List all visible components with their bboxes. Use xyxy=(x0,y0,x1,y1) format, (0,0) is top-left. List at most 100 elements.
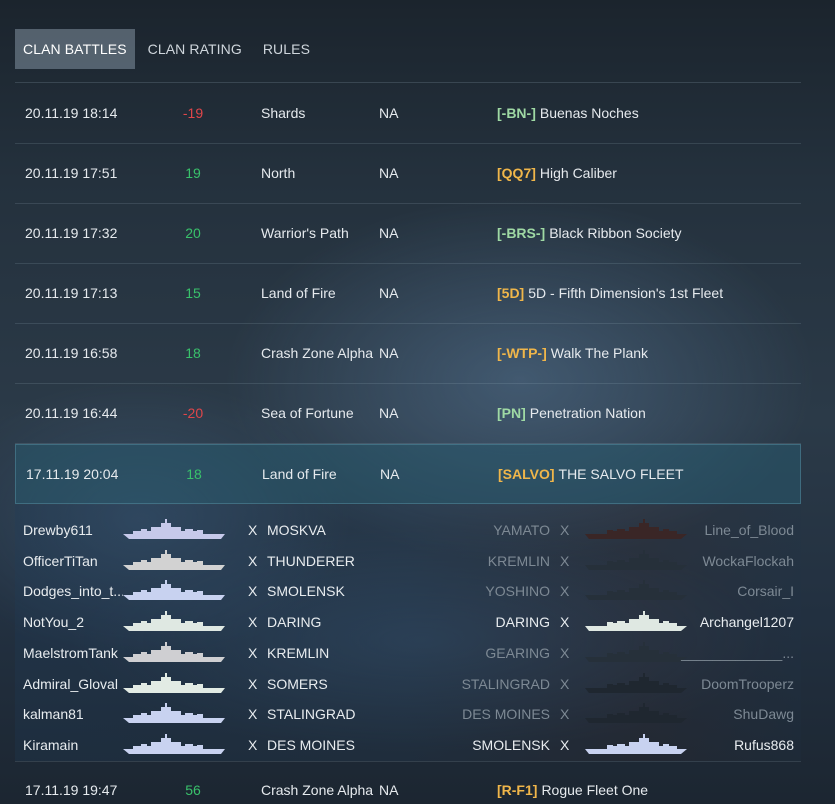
battle-row[interactable]: 20.11.19 17:51 19 North NA [QQ7] High Caliber xyxy=(15,144,801,204)
player-name[interactable]: _____________... xyxy=(681,638,794,668)
clan-name: 5D - Fifth Dimension's 1st Fleet xyxy=(528,285,724,301)
battle-row[interactable]: 20.11.19 16:44 -20 Sea of Fortune NA [PN] Pen… xyxy=(15,384,801,444)
battle-row[interactable]: 17.11.19 19:47 56 Crash Zone Alpha NA [R… xyxy=(15,762,801,804)
player-name[interactable]: Line_of_Blood xyxy=(704,515,794,545)
battle-score: 18 xyxy=(186,466,202,482)
battle-score: 20 xyxy=(185,225,201,241)
player-name[interactable]: NotYou_2 xyxy=(23,607,123,637)
player-name[interactable]: Rufus868 xyxy=(734,730,794,760)
battle-map: Land of Fire xyxy=(261,285,336,301)
player-name[interactable]: Archangel1207 xyxy=(700,607,794,637)
battle-map: Land of Fire xyxy=(262,466,337,482)
battle-score: -19 xyxy=(182,105,204,121)
opponent-clan: [R-F1] Rogue Fleet One xyxy=(497,762,648,804)
player-name[interactable]: Admiral_Gloval xyxy=(23,669,123,699)
x-mark: X xyxy=(248,675,258,692)
player-matchup-row: NotYou_2 X DARING DARING X Archangel1207 xyxy=(15,607,801,637)
battle-realm: NA xyxy=(379,782,399,798)
battle-date: 20.11.19 18:14 xyxy=(25,105,118,121)
ship-name: THUNDERER xyxy=(267,552,355,569)
battle-score: 56 xyxy=(185,782,201,798)
ship-silhouette-icon xyxy=(583,576,689,606)
battle-score: 19 xyxy=(185,165,201,181)
x-mark: X xyxy=(248,644,258,661)
player-name[interactable]: Kiramain xyxy=(23,730,123,760)
ship-silhouette-icon xyxy=(583,669,689,699)
opponent-clan: [-WTP-] Walk The Plank xyxy=(497,324,648,382)
tab-rules[interactable]: RULES xyxy=(255,29,318,69)
x-mark: X xyxy=(560,583,570,600)
clan-name: Rogue Fleet One xyxy=(541,782,649,798)
player-name[interactable]: WockaFlockah xyxy=(702,546,794,576)
opponent-clan: [-BRS-] Black Ribbon Society xyxy=(497,204,682,262)
battle-date: 20.11.19 16:44 xyxy=(25,405,118,421)
x-mark: X xyxy=(560,644,570,661)
clan-tag: [R-F1] xyxy=(497,782,538,798)
tab-clan-battles[interactable]: CLAN BATTLES xyxy=(15,29,135,69)
ship-silhouette-icon xyxy=(583,730,689,760)
ship-silhouette-icon xyxy=(121,515,227,545)
ship-name: KREMLIN xyxy=(267,644,330,661)
player-name[interactable]: DoomTrooperz xyxy=(701,669,794,699)
battle-map: Sea of Fortune xyxy=(261,405,354,421)
player-matchup-row: Drewby611 X MOSKVA YAMATO X Line_of_Blood xyxy=(15,515,801,545)
opponent-clan: [-BN-] Buenas Noches xyxy=(497,84,639,142)
ship-silhouette-icon xyxy=(121,576,227,606)
ship-name: STALINGRAD xyxy=(461,675,550,692)
battle-realm: NA xyxy=(379,405,399,421)
clan-name: High Caliber xyxy=(539,165,617,181)
x-mark: X xyxy=(248,552,258,569)
clan-tag: [SALVO] xyxy=(498,466,555,482)
battle-row[interactable]: 17.11.19 20:04 18 Land of Fire NA [SALVO] THE… xyxy=(15,444,801,504)
battle-map: Crash Zone Alpha xyxy=(261,782,374,798)
player-name[interactable]: Corsair_I xyxy=(737,576,794,606)
x-mark: X xyxy=(248,736,258,753)
ship-name: YOSHINO xyxy=(485,583,550,600)
battle-realm: NA xyxy=(379,345,399,361)
battle-date: 17.11.19 19:47 xyxy=(25,782,118,798)
battle-realm: NA xyxy=(379,285,399,301)
ship-name: SMOLENSK xyxy=(472,736,550,753)
ship-silhouette-icon xyxy=(583,638,689,668)
player-name[interactable]: kalman81 xyxy=(23,699,123,729)
clan-tag: [-BRS-] xyxy=(497,225,546,241)
player-name[interactable]: Dodges_into_t... xyxy=(23,576,123,606)
player-matchup-row: Admiral_Gloval X SOMERS STALINGRAD X DoomTroo… xyxy=(15,669,801,699)
battle-map: North xyxy=(261,165,296,181)
player-name[interactable]: MaelstromTank xyxy=(23,638,123,668)
player-name[interactable]: OfficerTiTan xyxy=(23,546,123,576)
clan-name: THE SALVO FLEET xyxy=(558,466,684,482)
ship-name: DES MOINES xyxy=(462,706,550,723)
battle-date: 20.11.19 17:32 xyxy=(25,225,118,241)
battle-score: 18 xyxy=(185,345,201,361)
player-matchup-row: kalman81 X STALINGRAD DES MOINES X ShuDawg xyxy=(15,699,801,729)
x-mark: X xyxy=(248,706,258,723)
battle-realm: NA xyxy=(379,105,399,121)
player-matchup-row: Kiramain X DES MOINES SMOLENSK X Rufus868 xyxy=(15,730,801,760)
battle-row[interactable]: 20.11.19 18:14 -19 Shards NA [-BN-] Buenas No… xyxy=(15,84,801,144)
ship-silhouette-icon xyxy=(121,546,227,576)
player-name[interactable]: Drewby611 xyxy=(23,515,123,545)
x-mark: X xyxy=(248,583,258,600)
clan-tag: [-BN-] xyxy=(497,105,536,121)
tab-clan-rating[interactable]: CLAN RATING xyxy=(140,29,250,69)
x-mark: X xyxy=(248,614,258,631)
ship-name: MOSKVA xyxy=(267,522,326,538)
x-mark: X xyxy=(560,614,570,631)
clan-tag: [-WTP-] xyxy=(497,345,547,361)
x-mark: X xyxy=(560,736,570,753)
ship-name: DES MOINES xyxy=(267,736,355,753)
battle-row[interactable]: 20.11.19 17:32 20 Warrior's Path NA [-BRS-] B… xyxy=(15,204,801,264)
tab-bar: CLAN BATTLES CLAN RATING RULES xyxy=(15,29,318,69)
ship-name: STALINGRAD xyxy=(267,706,356,723)
divider xyxy=(15,82,801,83)
player-name[interactable]: ShuDawg xyxy=(733,699,794,729)
clan-name: Penetration Nation xyxy=(529,405,646,421)
battle-row[interactable]: 20.11.19 17:13 15 Land of Fire NA [5D] 5D - F… xyxy=(15,264,801,324)
ship-name: GEARING xyxy=(485,644,550,661)
x-mark: X xyxy=(560,552,570,569)
battle-date: 17.11.19 20:04 xyxy=(26,466,119,482)
x-mark: X xyxy=(560,675,570,692)
battle-row[interactable]: 20.11.19 16:58 18 Crash Zone Alpha NA [-WTP-… xyxy=(15,324,801,384)
clan-name: Walk The Plank xyxy=(550,345,649,361)
